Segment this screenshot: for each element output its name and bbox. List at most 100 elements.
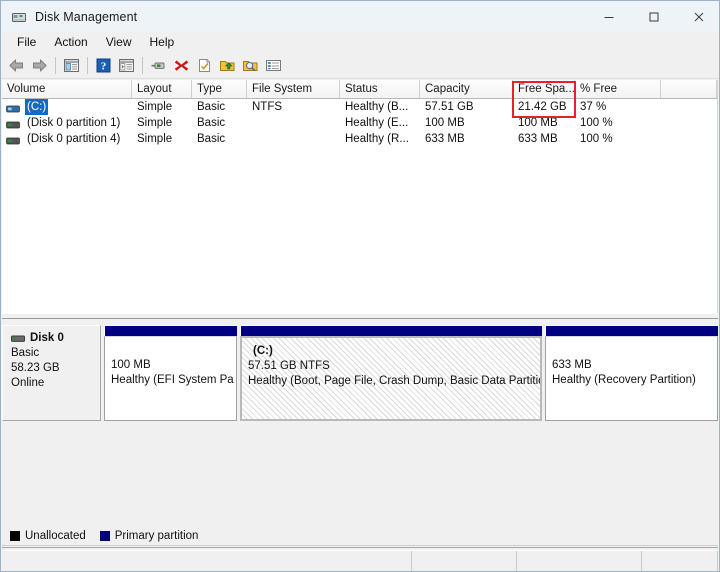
file-system-cell: NTFS [252, 101, 283, 113]
status-pane [412, 551, 517, 571]
partition-status: Healthy (EFI System Pa [111, 374, 234, 386]
minimize-button[interactable] [586, 1, 631, 32]
check-disk-icon[interactable] [193, 54, 216, 76]
partition-body: 633 MB Healthy (Recovery Partition) [545, 336, 718, 421]
partition[interactable]: 100 MB Healthy (EFI System Pa [104, 325, 237, 421]
partition-label: (C:) [253, 345, 273, 357]
disk-info-panel[interactable]: Disk 0 Basic 58.23 GB Online [2, 325, 101, 421]
maximize-button[interactable] [631, 1, 676, 32]
disk-management-window: Disk Management File Action View Help ? … [0, 0, 720, 572]
partition-label-spacer [552, 343, 717, 358]
volume-label: (Disk 0 partition 4) [27, 133, 121, 145]
capacity-cell: 57.51 GB [425, 101, 474, 113]
status-pane [642, 551, 718, 571]
volume-list-header: Volume Layout Type File System Status Capacit… [2, 80, 717, 99]
disk-status: Online [11, 377, 45, 389]
partition-body: 100 MB Healthy (EFI System Pa [104, 336, 237, 421]
status-cell: Healthy (E... [345, 117, 409, 129]
toolbar-separator [87, 56, 88, 74]
partition-strip: 100 MB Healthy (EFI System Pa (C:) 57.51 GB… [101, 325, 718, 421]
partition-color-bar [104, 325, 237, 336]
forward-icon[interactable] [28, 54, 51, 76]
list-view-icon[interactable] [262, 54, 285, 76]
disk-title: Disk 0 [11, 332, 100, 344]
svg-text:?: ? [101, 60, 107, 72]
window-title: Disk Management [35, 9, 138, 24]
column-header[interactable]: Free Spa... [513, 80, 575, 98]
column-header[interactable]: Type [192, 80, 247, 98]
properties-icon[interactable] [147, 54, 170, 76]
table-row[interactable]: (C:) Simple Basic NTFS Healthy (B... 57.51 GB… [2, 99, 717, 115]
menu-bar: File Action View Help [1, 32, 719, 52]
table-row[interactable]: (Disk 0 partition 1) Simple Basic Healthy (… [2, 115, 717, 131]
column-header[interactable]: % Free [575, 80, 661, 98]
volume-label: (C:) [25, 99, 49, 115]
title-bar: Disk Management [1, 1, 719, 32]
search-folder-icon[interactable] [239, 54, 262, 76]
legend: Unallocated Primary partition [2, 527, 718, 546]
partition[interactable]: (C:) 57.51 GB NTFS Healthy (Boot, Page Fil… [240, 325, 542, 421]
show-hide-tree-icon[interactable] [60, 54, 83, 76]
table-row[interactable]: (Disk 0 partition 4) Simple Basic Healthy (… [2, 131, 717, 147]
legend-item: Unallocated [10, 530, 86, 542]
menu-view[interactable]: View [97, 33, 141, 51]
partition-status: Healthy (Boot, Page File, Crash Dump, Ba… [248, 375, 542, 387]
legend-swatch [99, 531, 110, 541]
disk-icon [11, 334, 25, 342]
legend-label: Unallocated [25, 530, 86, 542]
legend-item: Primary partition [99, 530, 199, 542]
volume-list[interactable]: Volume Layout Type File System Status Capacit… [2, 80, 718, 313]
percent-free-cell: 100 % [580, 133, 613, 145]
partition-size: 57.51 GB NTFS [248, 360, 330, 372]
partition-color-bar [545, 325, 718, 336]
toolbar-separator [55, 56, 56, 74]
menu-action[interactable]: Action [45, 33, 96, 51]
window-controls [586, 1, 719, 32]
status-pane [517, 551, 642, 571]
free-space-cell: 633 MB [518, 133, 558, 145]
partition-color-bar [240, 325, 542, 336]
type-cell: Basic [197, 101, 226, 113]
disk-type: Basic [11, 347, 40, 359]
type-cell: Basic [197, 117, 226, 129]
free-space-cell: 100 MB [518, 117, 558, 129]
back-icon[interactable] [5, 54, 28, 76]
column-header[interactable]: Layout [132, 80, 192, 98]
legend-label: Primary partition [114, 530, 199, 542]
disk-row: Disk 0 Basic 58.23 GB Online 100 MB Healt… [2, 325, 718, 425]
show-action-pane-icon[interactable] [115, 54, 138, 76]
layout-cell: Simple [137, 117, 173, 129]
export-icon[interactable] [216, 54, 239, 76]
menu-file[interactable]: File [8, 33, 45, 51]
menu-help[interactable]: Help [141, 33, 184, 51]
toolbar-separator [142, 56, 143, 74]
volume-cell: (Disk 0 partition 4) [2, 131, 132, 147]
column-header[interactable]: Capacity [420, 80, 513, 98]
partition[interactable]: 633 MB Healthy (Recovery Partition) [545, 325, 718, 421]
partition-status: Healthy (Recovery Partition) [552, 374, 696, 386]
column-header[interactable] [661, 80, 717, 98]
status-pane [2, 551, 412, 571]
graphical-disk-view[interactable]: Disk 0 Basic 58.23 GB Online 100 MB Healt… [2, 321, 718, 523]
statusbar-divider [2, 547, 718, 548]
help-icon[interactable]: ? [92, 54, 115, 76]
disk-drive-icon [11, 9, 27, 25]
disk-size: 58.23 GB [11, 362, 60, 374]
close-button[interactable] [676, 1, 719, 32]
delete-icon[interactable] [170, 54, 193, 76]
column-header[interactable]: Status [340, 80, 420, 98]
volume-list-body: (C:) Simple Basic NTFS Healthy (B... 57.51 GB… [2, 99, 717, 147]
free-space-cell: 21.42 GB [518, 101, 567, 113]
volume-drive-icon-green [6, 119, 20, 128]
status-bar [2, 550, 718, 571]
column-header[interactable]: Volume [2, 80, 132, 98]
capacity-cell: 100 MB [425, 117, 465, 129]
volume-cell: (C:) [2, 99, 132, 115]
percent-free-cell: 100 % [580, 117, 613, 129]
toolbar: ? [1, 52, 719, 79]
legend-swatch [10, 531, 20, 541]
partition-size: 100 MB [111, 359, 151, 371]
volume-drive-icon-green [6, 135, 20, 144]
column-header[interactable]: File System [247, 80, 340, 98]
partition-label-spacer [111, 343, 236, 358]
